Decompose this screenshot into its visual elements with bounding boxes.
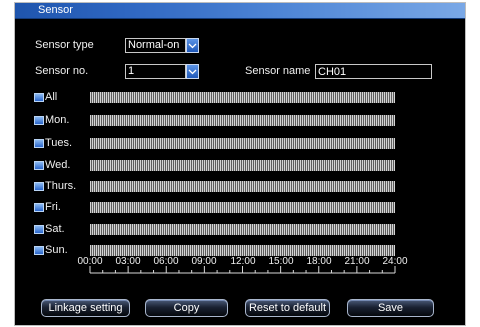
checkbox-fri[interactable] — [34, 203, 44, 212]
day-label-tues: Tues. — [45, 137, 73, 149]
schedule-grid-mon[interactable] — [90, 115, 395, 126]
schedule-grid-fri[interactable] — [90, 202, 395, 213]
day-label-thurs: Thurs. — [45, 180, 77, 192]
sensor-type-select[interactable]: Normal-on — [125, 38, 186, 53]
day-label-all: All — [45, 91, 58, 103]
schedule-grid-thurs[interactable] — [90, 181, 395, 192]
chevron-down-icon — [188, 69, 197, 74]
day-label-mon: Mon. — [45, 114, 70, 126]
schedule-grid-sun[interactable] — [90, 245, 395, 256]
schedule-grid-wed[interactable] — [90, 160, 395, 171]
reset-to-default-button[interactable]: Reset to default — [245, 299, 330, 317]
save-button[interactable]: Save — [347, 299, 434, 317]
checkbox-thurs[interactable] — [34, 182, 44, 191]
sensor-type-dropdown-button[interactable] — [186, 38, 199, 53]
checkbox-mon[interactable] — [34, 116, 44, 125]
checkbox-all[interactable] — [34, 93, 44, 102]
title-bar — [15, 3, 465, 19]
day-label-sun: Sun. — [45, 244, 68, 256]
dialog-title: Sensor — [38, 4, 73, 16]
chevron-down-icon — [188, 43, 197, 48]
checkbox-sat[interactable] — [34, 225, 44, 234]
checkbox-sun[interactable] — [34, 246, 44, 255]
day-label-wed: Wed. — [45, 159, 71, 171]
sensor-name-label: Sensor name — [245, 65, 311, 77]
sensor-type-label: Sensor type — [35, 39, 94, 51]
schedule-grid-sat[interactable] — [90, 224, 395, 235]
day-label-sat: Sat. — [45, 223, 65, 235]
day-label-fri: Fri. — [45, 201, 61, 213]
sensor-no-label: Sensor no. — [35, 65, 89, 77]
checkbox-wed[interactable] — [34, 161, 44, 170]
time-ruler — [89, 266, 396, 274]
sensor-dialog: Sensor Sensor type Normal-on Sensor no. … — [14, 2, 466, 326]
copy-button[interactable]: Copy — [145, 299, 228, 317]
schedule-grid-tues[interactable] — [90, 138, 395, 149]
linkage-setting-button[interactable]: Linkage setting — [41, 299, 130, 317]
checkbox-tues[interactable] — [34, 139, 44, 148]
sensor-no-select[interactable]: 1 — [125, 64, 186, 79]
sensor-no-dropdown-button[interactable] — [186, 64, 199, 79]
sensor-name-input[interactable] — [315, 64, 432, 79]
schedule-grid-all[interactable] — [90, 92, 395, 103]
